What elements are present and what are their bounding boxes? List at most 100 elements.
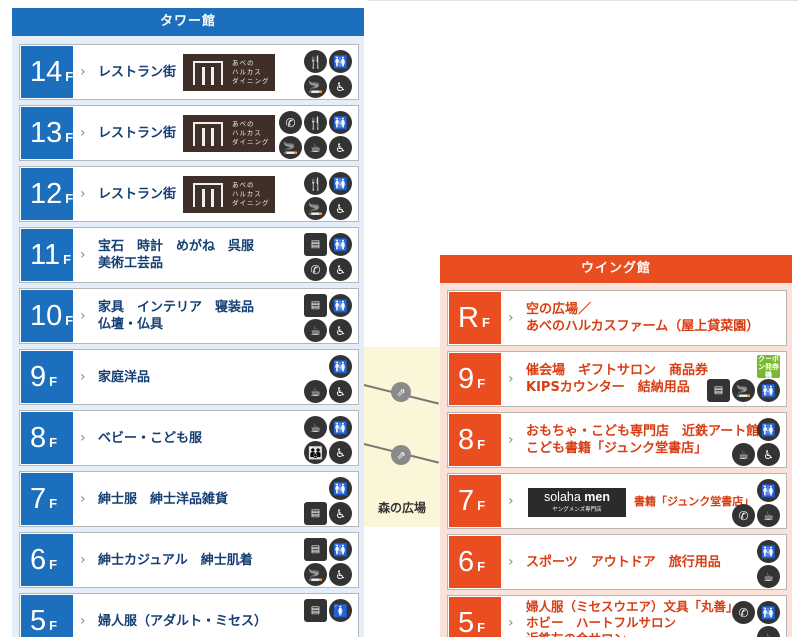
wing-floor-9f[interactable]: 9 F › 催会場 ギフトサロン 商品券 KIPSカウンター 結納用品 ▤ 🚬 🚻 クーポン発券… [447,351,787,407]
atm-icon: ▤ [304,502,327,525]
restroom-icon: 🚻 [757,418,780,441]
chevron-right-icon: › [80,64,86,80]
restroom-icon: 🚻 [329,111,352,134]
shop-line: 婦人服（アダルト・ミセス） [98,614,268,629]
shop-line: 仏壇・仏具 [98,317,164,332]
floor-number-badge: 5F [449,597,501,637]
shop-line: 宝石 時計 めがね 呉服 [98,239,255,254]
smoking-icon: 🚬 [304,197,327,220]
wing-floor-7f[interactable]: 7 F › solaha men ヤングメンズ専門店 書籍「ジュンク堂書店」 🚻 ✆ ☕ [447,473,787,529]
floor-unit: F [477,376,486,391]
wheelchair-icon: ♿ [329,75,352,98]
wheelchair-icon: ♿ [329,502,352,525]
tower-floor-13f[interactable]: 13 F › レストラン街 あべの ハルカス ダイニング ✆ 🍴 🚻 🚬 ☕ ♿ [19,105,359,161]
family-icon: 👪 [304,441,327,464]
restroom-icon: 🚻 [329,294,352,317]
floor-number: 7 [30,483,47,515]
tower-floor-9f[interactable]: 9 F › 家庭洋品 🚻 ☕ ♿ [19,349,359,405]
tower-floor-7f[interactable]: 7 F › 紳士服 紳士洋品雑貨 🚻 ▤ ♿ [19,471,359,527]
facility-icons: ▤ 🚻 ✆ ♿ [304,233,352,281]
atm-icon: ▤ [707,379,730,402]
tower-floor-12f[interactable]: 12 F › レストラン街 あべの ハルカス ダイニング 🍴 🚻 🚬 ♿ [19,166,359,222]
floor-shops-label: レストラン街 [98,64,176,81]
tower-header: タワー館 [12,8,364,36]
floor-number: 14 [30,56,63,88]
icon-spacer [304,355,327,378]
logo-text-line: ハルカス [232,190,262,198]
escalator-icon: ⇗ [391,382,411,402]
icon-spacer [732,626,755,637]
wing-header: ウイング館 [440,255,792,283]
floor-unit: F [477,620,486,635]
chevron-right-icon: › [508,371,514,387]
cafe-icon: ☕ [757,565,780,588]
restroom-icon: 🚻 [757,601,780,624]
cafe-icon: ☕ [304,136,327,159]
shop-line: こども書籍「ジュンク堂書店」 [526,441,708,456]
shop-line: 紳士服 紳士洋品雑貨 [98,492,229,507]
tower-floor-10f[interactable]: 10 F › 家具 インテリア 寝装品 仏壇・仏具 ▤ 🚻 ☕ ♿ [19,288,359,344]
wing-floor-rf[interactable]: R F › 空の広場／ あべのハルカスファーム（屋上貸菜園） [447,290,787,346]
facility-icons: ▤ 🚻 🚬 ♿ [304,538,352,586]
tower-floor-8f[interactable]: 8 F › ベビー・こども服 ☕ 🚻 👪 ♿ [19,410,359,466]
chevron-right-icon: › [508,310,514,326]
floor-number-badge: 12 F [21,168,73,220]
phone-icon: ✆ [304,258,327,281]
floor-number-badge: 6F [449,536,501,588]
floor-unit: F [477,498,486,513]
logo-text-line: あべの [232,59,255,67]
floor-number-badge: RF [449,292,501,344]
floor-shops-label: レストラン街 [98,125,176,142]
floor-shops-label: スポーツ アウトドア 旅行用品 [526,554,721,571]
cafe-icon: ☕ [304,380,327,403]
brand-name: solaha men [528,488,626,506]
tower-floor-11f[interactable]: 11 F › 宝石 時計 めがね 呉服 美術工芸品 ▤ 🚻 ✆ ♿ [19,227,359,283]
floor-shops-label: 空の広場／ あべのハルカスファーム（屋上貸菜園） [526,301,759,335]
wheelchair-icon: ♿ [329,563,352,586]
floor-number: 9 [30,361,47,393]
logo-text-line: ハルカス [232,68,262,76]
restroom-icon: 🚻 [329,416,352,439]
floor-number: 12 [30,178,63,210]
cafe-icon: ☕ [757,504,780,527]
floor-number-badge: 9F [21,351,73,403]
floor-shops-label: 紳士カジュアル 紳士肌着 [98,552,253,569]
coupon-kiosk-icon: クーポン発券機 [757,354,780,379]
floor-shops-label: おもちゃ・こども専門店 近鉄アート館 こども書籍「ジュンク堂書店」 [526,423,759,457]
shop-line: 近鉄友の会サロン [526,631,739,637]
restroom-icon: 🚻 [329,50,352,73]
floor-number-badge: 7F [449,475,501,527]
floor-unit: F [481,315,490,330]
logo-text-line: ダイニング [232,138,270,146]
facility-icons: 🍴 🚻 🚬 ♿ [304,172,352,220]
floor-unit: F [49,496,58,511]
floor-unit: F [63,252,72,267]
floor-number: 5 [30,605,47,637]
floor-number-badge: 10 F [21,290,73,342]
floor-number-badge: 14 F [21,46,73,98]
tower-floor-14f[interactable]: 14 F › レストラン街 あべの ハルカス ダイニング 🍴 🚻 🚬 ♿ [19,44,359,100]
solaha-men-logo: solaha men ヤングメンズ専門店 [528,488,626,517]
shop-line: 美術工芸品 [98,256,164,271]
smoking-icon: 🚬 [304,75,327,98]
tower-floor-5f[interactable]: 5 F › 婦人服（アダルト・ミセス） ▤ 🚺 [19,593,359,637]
wing-floor-6f[interactable]: 6 F › スポーツ アウトドア 旅行用品 🚻 ☕ [447,534,787,590]
chevron-right-icon: › [508,493,514,509]
wing-floor-5f[interactable]: 5F › 婦人服（ミセスウエア）文具「丸善」ホビー ハートフルサロン近鉄友の会サロン… [447,595,787,637]
wing-floor-8f[interactable]: 8 F › おもちゃ・こども専門店 近鉄アート館 こども書籍「ジュンク堂書店」 🚻 ☕ ♿ [447,412,787,468]
tower-floor-6f[interactable]: 6 F › 紳士カジュアル 紳士肌着 ▤ 🚻 🚬 ♿ [19,532,359,588]
logo-mark [193,121,223,146]
shop-line: KIPSカウンター 結納用品 [526,380,690,395]
logo-text-line: あべの [232,181,255,189]
phone-icon: ✆ [732,601,755,624]
floor-unit: F [65,130,74,145]
facility-icons: 🚻 ☕ [757,540,780,588]
wheelchair-icon: ♿ [757,443,780,466]
chevron-right-icon: › [80,308,86,324]
chevron-right-icon: › [80,125,86,141]
wheelchair-icon: ♿ [329,380,352,403]
floor-number-badge: 5F [21,595,73,637]
chevron-right-icon: › [80,552,86,568]
facility-icons: 🚻 ☕ ♿ [732,418,780,466]
phone-icon: ✆ [732,504,755,527]
